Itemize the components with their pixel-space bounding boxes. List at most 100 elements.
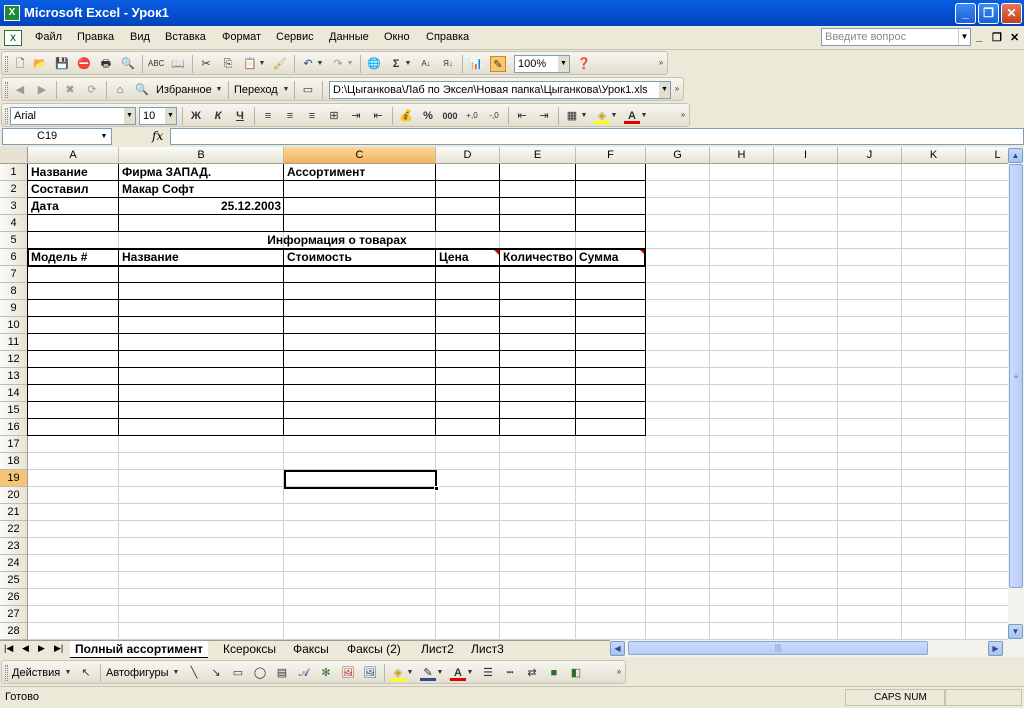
underline-button[interactable]: Ч [232, 108, 248, 124]
menu-view[interactable]: Вид [130, 31, 150, 43]
currency-icon[interactable]: 💰 [398, 108, 414, 124]
diagram-icon[interactable]: ✻ [318, 665, 334, 681]
drawing-icon[interactable]: ✎ [490, 56, 506, 72]
autoshapes-menu[interactable]: Автофигуры [106, 667, 169, 679]
row-header[interactable]: 5 [0, 232, 28, 249]
chevron-down-icon[interactable]: ▼ [659, 82, 670, 98]
print-preview-icon[interactable]: 🔍 [120, 56, 136, 72]
merge-center-icon[interactable]: ⊞ [326, 108, 342, 124]
zoom-select[interactable]: 100% ▼ [514, 55, 570, 73]
toolbar-grip[interactable] [5, 665, 8, 681]
favorites-menu[interactable]: Избранное [156, 84, 212, 96]
increase-decimal-icon[interactable]: +,0 [464, 108, 480, 124]
indent-icon[interactable]: ⇥ [348, 108, 364, 124]
row-header[interactable]: 15 [0, 402, 28, 419]
chevron-down-icon[interactable]: ▼ [580, 108, 588, 124]
3d-icon[interactable]: ◧ [568, 665, 584, 681]
chevron-down-icon[interactable]: ▼ [316, 56, 324, 72]
row-header[interactable]: 27 [0, 606, 28, 623]
help-icon[interactable]: ❓ [576, 56, 592, 72]
formula-input[interactable] [170, 128, 1024, 145]
menu-help[interactable]: Справка [426, 31, 469, 43]
workbook-icon[interactable]: X [4, 30, 22, 46]
spelling-icon[interactable]: ABC [148, 56, 164, 72]
permission-icon[interactable]: ⛔ [76, 56, 92, 72]
row-header[interactable]: 6 [0, 249, 28, 266]
align-left-icon[interactable]: ≡ [260, 108, 276, 124]
font-color-icon[interactable]: A [624, 108, 640, 124]
percent-button[interactable]: % [420, 108, 436, 124]
row-header[interactable]: 2 [0, 181, 28, 198]
column-header-h[interactable]: H [710, 147, 774, 164]
column-header-l[interactable]: L [966, 147, 1008, 164]
search-web-icon[interactable]: 🔍 [134, 82, 150, 98]
row-header[interactable]: 26 [0, 589, 28, 606]
horizontal-scrollbar[interactable]: ◀ ||| ▶ [610, 640, 1024, 657]
rectangle-icon[interactable]: ▭ [230, 665, 246, 681]
cell-b3[interactable]: 25.12.2003 [119, 198, 284, 215]
menu-file[interactable]: Файл [35, 31, 62, 43]
new-icon[interactable]: 🗋 [12, 56, 28, 72]
select-objects-icon[interactable]: ↖ [78, 665, 94, 681]
cell-a5-merged[interactable]: Информация о товарах [28, 232, 646, 249]
column-header-d[interactable]: D [436, 147, 500, 164]
worksheet-grid[interactable]: A B C D E F G H I J K L 1 2 3 4 5 6 7 8 9 10 11 12 1… [0, 147, 1008, 640]
chevron-down-icon[interactable]: ▼ [282, 82, 290, 98]
column-header-j[interactable]: J [838, 147, 902, 164]
toolbar-options-icon[interactable]: » [656, 52, 666, 74]
cell-b6[interactable]: Название [119, 249, 284, 266]
restore-button[interactable]: ❐ [978, 3, 999, 24]
chevron-down-icon[interactable]: ▼ [466, 665, 474, 681]
toolbar-options-icon[interactable]: » [672, 78, 682, 100]
dash-style-icon[interactable]: ┅ [502, 665, 518, 681]
scroll-left-icon[interactable]: ◀ [610, 641, 625, 656]
scroll-down-icon[interactable]: ▼ [1008, 624, 1023, 639]
chevron-down-icon[interactable]: ▼ [64, 665, 72, 681]
row-header[interactable]: 1 [0, 164, 28, 181]
chevron-down-icon[interactable]: ▼ [172, 665, 180, 681]
undo-icon[interactable]: ↶ [300, 56, 316, 72]
help-search-input[interactable]: Введите вопрос ▼ [821, 28, 971, 46]
sheet-tab-sheet3[interactable]: Лист3 [466, 641, 509, 658]
select-all-button[interactable] [0, 147, 28, 164]
draw-actions-menu[interactable]: Действия [12, 667, 60, 679]
row-header[interactable]: 13 [0, 368, 28, 385]
toolbar-grip[interactable] [5, 108, 8, 124]
fill-color-icon[interactable]: ◈ [390, 665, 406, 681]
line-icon[interactable]: ╲ [186, 665, 202, 681]
vertical-scroll-thumb[interactable]: ≡ [1009, 164, 1023, 588]
last-sheet-icon[interactable]: ▶| [54, 643, 63, 654]
chevron-down-icon[interactable]: ▼ [98, 130, 110, 143]
row-header[interactable]: 9 [0, 300, 28, 317]
redo-icon[interactable]: ↷ [330, 56, 346, 72]
row-header[interactable]: 10 [0, 317, 28, 334]
scroll-right-icon[interactable]: ▶ [988, 641, 1003, 656]
arrow-style-icon[interactable]: ⇄ [524, 665, 540, 681]
cell-c6[interactable]: Стоимость [284, 249, 436, 266]
menu-insert[interactable]: Вставка [165, 31, 206, 43]
column-header-g[interactable]: G [646, 147, 710, 164]
copy-icon[interactable]: ⎘ [220, 56, 236, 72]
shadow-icon[interactable]: ■ [546, 665, 562, 681]
insert-function-button[interactable]: fx [152, 129, 163, 143]
menu-data[interactable]: Данные [329, 31, 369, 43]
fill-color-icon[interactable]: ◈ [594, 108, 610, 124]
row-header[interactable]: 24 [0, 555, 28, 572]
active-cell-c19[interactable] [284, 470, 437, 489]
doc-restore-button[interactable]: ❐ [992, 31, 1002, 44]
sheet-tab-full[interactable]: Полный ассортимент [70, 641, 208, 658]
column-header-f[interactable]: F [576, 147, 646, 164]
row-header[interactable]: 20 [0, 487, 28, 504]
next-sheet-icon[interactable]: ▶ [38, 643, 45, 654]
column-header-c[interactable]: C [284, 147, 436, 164]
decrease-decimal-icon[interactable]: -,0 [486, 108, 502, 124]
minimize-button[interactable]: _ [955, 3, 976, 24]
column-header-k[interactable]: K [902, 147, 966, 164]
cell-a3[interactable]: Дата [28, 198, 119, 215]
cell-c1[interactable]: Ассортимент [284, 164, 436, 181]
doc-close-button[interactable]: ✕ [1010, 31, 1019, 44]
home-icon[interactable]: ⌂ [112, 82, 128, 98]
column-header-b[interactable]: B [119, 147, 284, 164]
goto-menu[interactable]: Переход [234, 84, 278, 96]
row-header[interactable]: 14 [0, 385, 28, 402]
